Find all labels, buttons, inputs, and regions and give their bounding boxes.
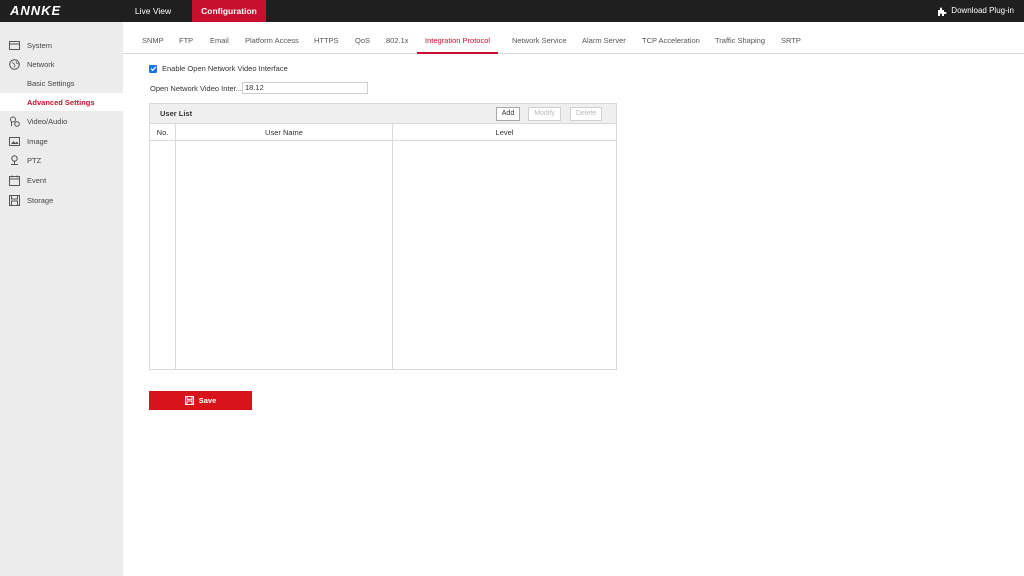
storage-icon xyxy=(9,194,20,206)
tab-ftp[interactable]: FTP xyxy=(179,22,193,54)
tab-platform-access[interactable]: Platform Access xyxy=(245,22,299,54)
system-icon xyxy=(9,40,20,50)
user-list-panel: User List Add Modify Delete No. User Nam… xyxy=(149,103,617,370)
sidebar-item-label: Event xyxy=(27,175,47,185)
tab-traffic-shaping[interactable]: Traffic Shaping xyxy=(715,22,765,54)
sidebar-item-system[interactable]: System xyxy=(0,36,123,54)
delete-user-button[interactable]: Delete xyxy=(570,107,602,121)
sidebar-item-advanced-settings[interactable]: Advanced Settings xyxy=(0,93,123,111)
column-header-user-name: User Name xyxy=(175,124,392,141)
user-list-title: User List xyxy=(160,109,193,118)
modify-user-button[interactable]: Modify xyxy=(528,107,561,121)
tab-8021x[interactable]: 802.1x xyxy=(386,22,409,54)
onvif-version-row: Open Network Video Inter... 18.12 xyxy=(150,82,368,94)
column-divider xyxy=(392,141,393,369)
sidebar-item-basic-settings[interactable]: Basic Settings xyxy=(0,74,123,92)
sidebar-item-label: Network xyxy=(27,59,55,69)
sidebar-item-label: System xyxy=(27,40,53,50)
download-plugin-link[interactable]: Download Plug-in xyxy=(937,0,1014,22)
onvif-version-field[interactable]: 18.12 xyxy=(242,82,368,94)
globe-icon xyxy=(9,58,20,70)
event-icon xyxy=(9,175,20,186)
sidebar-item-label: Video/Audio xyxy=(27,116,68,126)
video-audio-icon xyxy=(10,116,20,127)
tab-srtp[interactable]: SRTP xyxy=(781,22,801,54)
nav-live-view[interactable]: Live View xyxy=(126,0,180,22)
sidebar-item-image[interactable]: Image xyxy=(0,132,123,150)
sidebar-item-video-audio[interactable]: Video/Audio xyxy=(0,112,123,130)
enable-onvif-row: Enable Open Network Video Interface xyxy=(149,64,288,73)
sidebar-item-ptz[interactable]: PTZ xyxy=(0,151,123,169)
image-icon xyxy=(9,136,20,146)
tab-qos[interactable]: QoS xyxy=(355,22,370,54)
column-divider xyxy=(175,141,176,369)
ptz-icon xyxy=(11,154,18,165)
tab-email[interactable]: Email xyxy=(210,22,229,54)
floppy-disk-icon xyxy=(184,396,194,405)
tab-https[interactable]: HTTPS xyxy=(314,22,339,54)
sidebar-item-label: Image xyxy=(27,136,48,146)
enable-onvif-label: Enable Open Network Video Interface xyxy=(162,64,288,73)
nav-configuration[interactable]: Configuration xyxy=(192,0,266,22)
tab-tcp-acceleration[interactable]: TCP Acceleration xyxy=(642,22,700,54)
column-header-no: No. xyxy=(156,128,169,137)
checkmark-icon xyxy=(150,66,156,72)
tab-alarm-server[interactable]: Alarm Server xyxy=(582,22,626,54)
tab-network-service[interactable]: Network Service xyxy=(512,22,567,54)
sidebar-item-network[interactable]: Network xyxy=(0,55,123,73)
tab-snmp[interactable]: SNMP xyxy=(142,22,164,54)
onvif-version-label: Open Network Video Inter... xyxy=(150,83,242,93)
tab-integration-protocol[interactable]: Integration Protocol xyxy=(417,22,499,54)
add-user-button[interactable]: Add xyxy=(496,107,520,121)
puzzle-icon xyxy=(938,7,947,16)
enable-onvif-checkbox[interactable] xyxy=(149,64,157,73)
sidebar: System Network Basic Settings Advanced S… xyxy=(0,22,123,576)
save-button[interactable]: Save xyxy=(149,391,252,410)
top-bar: ANNKE Live View Configuration Download P… xyxy=(0,0,1024,22)
sidebar-item-event[interactable]: Event xyxy=(0,171,123,189)
save-button-label: Save xyxy=(198,396,217,405)
sidebar-item-storage[interactable]: Storage xyxy=(0,191,123,209)
download-plugin-label: Download Plug-in xyxy=(951,6,1014,15)
sidebar-item-label: Storage xyxy=(27,195,54,205)
user-list-header: User List Add Modify Delete xyxy=(150,104,616,123)
sidebar-item-label: PTZ xyxy=(27,155,42,165)
brand-logo: ANNKE xyxy=(10,3,62,18)
user-list-column-headers: No. User Name Level xyxy=(150,123,616,141)
column-header-level: Level xyxy=(392,124,616,141)
tab-bar: SNMP FTP Email Platform Access HTTPS QoS… xyxy=(123,22,1024,54)
